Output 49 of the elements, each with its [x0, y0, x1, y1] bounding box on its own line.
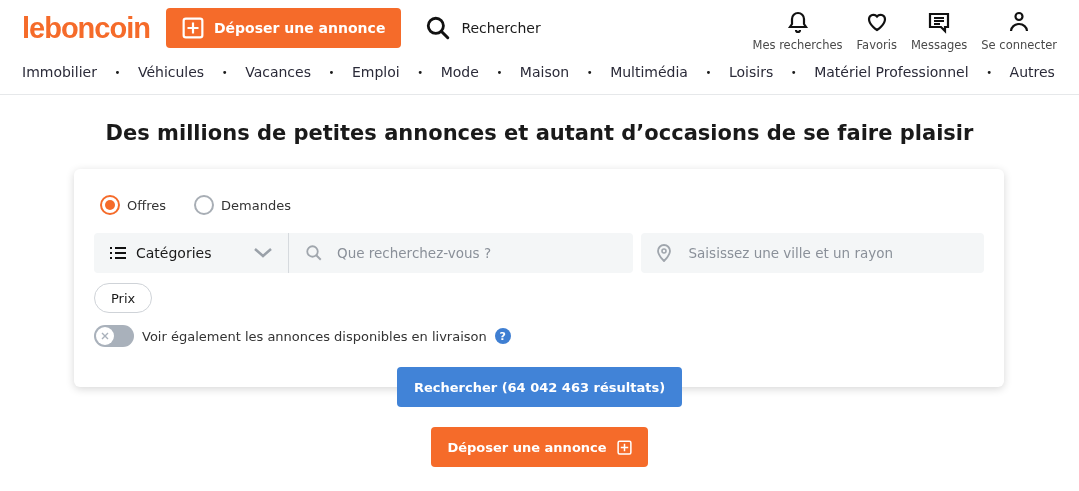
x-icon — [101, 332, 109, 340]
category-link[interactable]: Véhicules — [137, 64, 205, 80]
search-icon — [305, 244, 323, 262]
search-field[interactable]: Que recherchez-vous ? — [289, 233, 633, 273]
category-link[interactable]: Autres — [1009, 64, 1055, 80]
radio-label: Demandes — [221, 197, 291, 213]
radio-circle[interactable] — [100, 195, 120, 215]
location-pin-icon — [656, 244, 671, 262]
radio-label: Offres — [127, 197, 167, 213]
separator-dot: • — [328, 66, 335, 78]
separator-dot: • — [586, 66, 593, 78]
type-radio[interactable]: Demandes — [194, 195, 291, 215]
plus-icon — [181, 17, 204, 39]
category-link[interactable]: Maison — [519, 64, 570, 80]
separator-dot: • — [790, 66, 797, 78]
help-icon[interactable]: ? — [494, 328, 511, 344]
separator-dot: • — [705, 66, 712, 78]
chevron-down-icon — [254, 248, 272, 258]
separator-dot: • — [496, 66, 503, 78]
category-link[interactable]: Multimédia — [610, 64, 688, 80]
category-select[interactable]: Catégories — [94, 233, 289, 273]
separator-dot: • — [417, 66, 424, 78]
message-icon — [927, 10, 952, 34]
headline: Des millions de petites annonces et autant d’occasions de se faire plaisir — [104, 121, 975, 145]
category-link[interactable]: Immobilier — [22, 64, 97, 80]
bell-icon — [785, 10, 810, 34]
toggle-label: Voir également les annonces disponibles en livraison — [142, 328, 487, 344]
list-icon — [110, 246, 126, 260]
separator-dot: • — [986, 66, 993, 78]
header-action[interactable]: Se connecter — [981, 4, 1057, 52]
header-action[interactable]: Mes recherches — [752, 4, 843, 52]
search-link[interactable]: Rechercher — [425, 15, 541, 41]
plus-icon — [616, 439, 632, 455]
separator-dot: • — [221, 66, 228, 78]
category-link[interactable]: Emploi — [351, 64, 400, 80]
category-link[interactable]: Vacances — [245, 64, 311, 80]
submit-search-button[interactable]: Rechercher (64 042 463 résultats) — [396, 367, 683, 407]
price-filter[interactable]: Prix — [94, 283, 153, 313]
category-link[interactable]: Loisirs — [728, 64, 774, 80]
header-action[interactable]: Messages — [910, 4, 968, 52]
location-field[interactable]: Saisissez une ville et un rayon — [640, 233, 984, 273]
category-link[interactable]: Matériel Professionnel — [814, 64, 969, 80]
separator-dot: • — [114, 66, 121, 78]
header-action[interactable]: Favoris — [856, 4, 897, 52]
category-link[interactable]: Mode — [440, 64, 479, 80]
search-icon — [425, 15, 452, 41]
delivery-toggle[interactable] — [94, 325, 134, 347]
radio-circle[interactable] — [194, 195, 215, 215]
type-radio[interactable]: Offres — [100, 195, 167, 215]
